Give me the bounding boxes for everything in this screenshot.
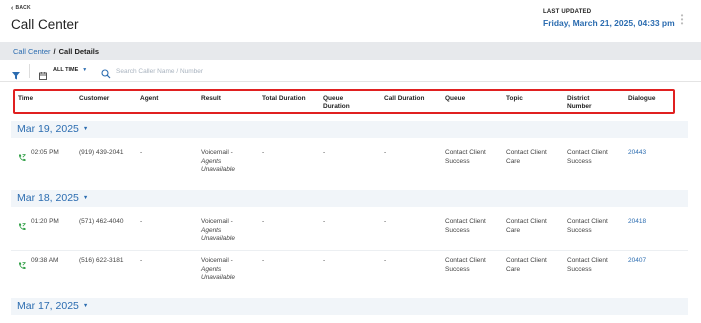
phone-incoming-icon [18, 257, 26, 275]
cell-topic: Contact Client Care [506, 257, 547, 273]
cell-queue-duration: - [323, 149, 326, 156]
caret-down-icon: ▼ [82, 67, 88, 73]
cell-agent: - [140, 257, 143, 264]
toolbar-divider [29, 64, 30, 78]
breadcrumb-separator: / [53, 47, 56, 56]
column-header-dialogue[interactable]: Dialogue [628, 95, 655, 103]
cell-call-duration: - [384, 218, 387, 225]
phone-incoming-icon [18, 149, 26, 167]
dialogue-link[interactable]: 20443 [628, 149, 646, 158]
date-group-header[interactable]: Mar 19, 2025 ▼ [11, 121, 688, 138]
column-header-customer[interactable]: Customer [79, 95, 109, 103]
cell-time: 09:38 AM [31, 257, 59, 264]
column-header-time[interactable]: Time [18, 95, 33, 103]
cell-time: 01:20 PM [31, 218, 59, 225]
kebab-menu-icon[interactable]: • • • [680, 12, 684, 28]
cell-queue-duration: - [323, 257, 326, 264]
cell-topic: Contact Client Care [506, 218, 547, 234]
search-icon [101, 66, 111, 84]
cell-time: 02:05 PM [31, 149, 59, 156]
chevron-left-icon: ‹ [11, 4, 14, 12]
column-header-total-duration[interactable]: Total Duration [262, 95, 306, 103]
back-label: BACK [15, 5, 31, 11]
last-updated-label: LAST UPDATED [543, 9, 592, 15]
cell-customer: (571) 462-4040 [79, 218, 124, 225]
table-row[interactable]: 01:20 PM (571) 462-4040 - Voicemail - Ag… [11, 218, 688, 258]
breadcrumb: Call Center / Call Details [13, 47, 99, 56]
caret-down-icon: ▼ [82, 195, 89, 201]
cell-agent: - [140, 149, 143, 156]
column-header-result[interactable]: Result [201, 95, 221, 103]
time-range-select[interactable]: ALL TIME ▼ [53, 67, 87, 73]
caret-down-icon: ▼ [82, 126, 89, 132]
cell-call-duration: - [384, 149, 387, 156]
cell-customer: (919) 439-2041 [79, 149, 124, 156]
dialogue-link[interactable]: 20418 [628, 218, 646, 227]
column-header-district-number[interactable]: District Number [567, 95, 607, 110]
table-row[interactable]: 09:38 AM (516) 622-3181 - Voicemail - Ag… [11, 257, 688, 297]
toolbar: ALL TIME ▼ [0, 60, 701, 82]
page-title: Call Center [11, 17, 79, 32]
row-divider [11, 250, 688, 251]
last-updated-value: Friday, March 21, 2025, 04:33 pm [543, 18, 675, 28]
date-group-label: Mar 18, 2025 [17, 192, 79, 204]
column-header-agent[interactable]: Agent [140, 95, 158, 103]
cell-queue: Contact Client Success [445, 257, 486, 273]
cell-queue-duration: - [323, 218, 326, 225]
filter-icon[interactable] [12, 67, 20, 85]
phone-incoming-icon [18, 218, 26, 236]
cell-district-number: Contact Client Success [567, 218, 608, 234]
table-header: Time Customer Agent Result Total Duratio… [13, 89, 675, 114]
cell-result: Voicemail - Agents Unavailable [201, 257, 235, 281]
cell-total-duration: - [262, 218, 265, 225]
breadcrumb-bar: Call Center / Call Details [0, 42, 701, 60]
date-group-label: Mar 19, 2025 [17, 123, 79, 135]
caret-down-icon: ▼ [82, 303, 89, 309]
dialogue-link[interactable]: 20407 [628, 257, 646, 266]
cell-queue: Contact Client Success [445, 149, 486, 165]
calendar-icon [39, 67, 47, 85]
date-group-header[interactable]: Mar 17, 2025 ▼ [11, 298, 688, 315]
page-header: ‹ BACK Call Center LAST UPDATED Friday, … [0, 0, 701, 42]
cell-queue: Contact Client Success [445, 218, 486, 234]
breadcrumb-parent-link[interactable]: Call Center [13, 47, 51, 56]
date-group-label: Mar 17, 2025 [17, 300, 79, 312]
search-input[interactable] [116, 65, 316, 77]
date-group-header[interactable]: Mar 18, 2025 ▼ [11, 190, 688, 207]
cell-topic: Contact Client Care [506, 149, 547, 165]
cell-district-number: Contact Client Success [567, 149, 608, 165]
table-row[interactable]: 02:05 PM (919) 439-2041 - Voicemail - Ag… [11, 149, 688, 189]
back-link[interactable]: ‹ BACK [11, 4, 31, 12]
cell-total-duration: - [262, 149, 265, 156]
column-header-queue[interactable]: Queue [445, 95, 465, 103]
column-header-topic[interactable]: Topic [506, 95, 523, 103]
cell-agent: - [140, 218, 143, 225]
cell-customer: (516) 622-3181 [79, 257, 124, 264]
column-header-queue-duration[interactable]: Queue Duration [323, 95, 367, 110]
cell-result: Voicemail - Agents Unavailable [201, 218, 235, 242]
time-range-value: ALL TIME [53, 67, 79, 73]
cell-call-duration: - [384, 257, 387, 264]
cell-district-number: Contact Client Success [567, 257, 608, 273]
column-header-call-duration[interactable]: Call Duration [384, 95, 424, 103]
breadcrumb-current: Call Details [58, 47, 100, 56]
cell-total-duration: - [262, 257, 265, 264]
cell-result: Voicemail - Agents Unavailable [201, 149, 235, 173]
